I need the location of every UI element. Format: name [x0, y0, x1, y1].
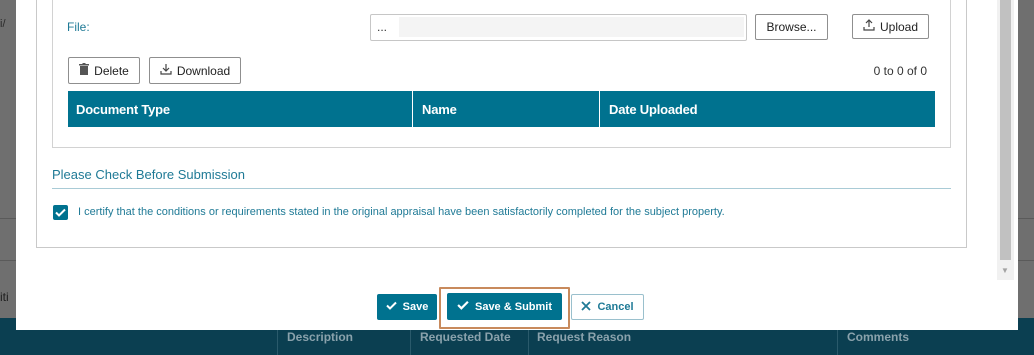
file-path-field[interactable]: ...	[370, 14, 747, 41]
cancel-button[interactable]: Cancel	[571, 294, 644, 320]
section-divider	[52, 188, 951, 189]
pager-status: 0 to 0 of 0	[873, 64, 927, 78]
file-label: File:	[67, 20, 90, 34]
cancel-label: Cancel	[597, 301, 634, 313]
background-column-request-reason: Request Reason	[537, 330, 632, 344]
background-column-requested-date: Requested Date	[420, 330, 511, 344]
download-button[interactable]: Download	[149, 57, 241, 84]
upload-icon	[863, 19, 875, 34]
column-header-name[interactable]: Name	[422, 102, 457, 117]
download-label: Download	[176, 63, 231, 78]
background-column-description: Description	[287, 330, 354, 344]
close-icon	[581, 300, 592, 314]
browse-label: Browse...	[766, 20, 817, 34]
section-title: Please Check Before Submission	[52, 167, 245, 182]
delete-label: Delete	[94, 63, 129, 78]
modal-scrollbar-thumb[interactable]	[1000, 0, 1011, 260]
documents-table-header: Document Type Name Date Uploaded	[68, 91, 935, 127]
download-icon	[160, 63, 172, 78]
background-column-comments: Comments	[847, 330, 910, 344]
checkmark-icon	[457, 300, 469, 313]
file-path-value: ...	[377, 20, 388, 34]
delete-button[interactable]: Delete	[68, 57, 140, 84]
upload-label: Upload	[879, 19, 919, 34]
column-header-date-uploaded[interactable]: Date Uploaded	[609, 102, 698, 117]
save-and-submit-label: Save & Submit	[474, 300, 553, 313]
certification-text: I certify that the conditions or require…	[78, 206, 725, 218]
file-path-fill	[399, 17, 744, 37]
browse-button[interactable]: Browse...	[755, 14, 828, 40]
save-label: Save	[402, 301, 429, 313]
save-button[interactable]: Save	[377, 294, 437, 320]
save-and-submit-button[interactable]: Save & Submit	[447, 293, 562, 320]
column-header-document-type[interactable]: Document Type	[76, 102, 170, 117]
scroll-down-arrow-icon[interactable]: ▼	[1001, 266, 1009, 275]
checkmark-icon	[55, 204, 66, 222]
trash-icon	[79, 63, 90, 78]
background-text: i/	[0, 18, 6, 30]
background-text: iti	[0, 290, 9, 304]
upload-button[interactable]: Upload	[852, 14, 929, 39]
certification-checkbox[interactable]	[53, 205, 68, 220]
checkmark-icon	[385, 301, 397, 313]
